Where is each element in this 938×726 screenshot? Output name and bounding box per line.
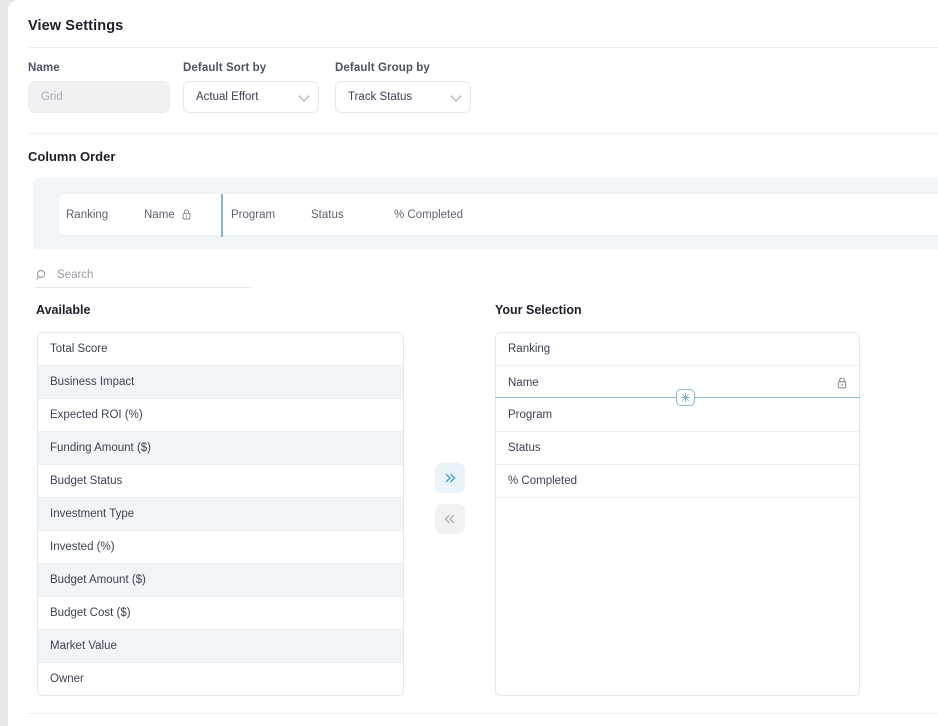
- freeze-handle-icon[interactable]: [676, 389, 695, 406]
- available-list-item[interactable]: Invested (%): [38, 531, 403, 564]
- selection-list-item-label: Ranking: [508, 343, 551, 355]
- column-header-program[interactable]: Program: [231, 209, 275, 221]
- available-list-item[interactable]: Budget Amount ($): [38, 564, 403, 597]
- selection-list-item-label: Status: [508, 442, 541, 454]
- available-list-item-label: Investment Type: [50, 508, 135, 520]
- selection-list[interactable]: Ranking Name Program Status % Completed: [495, 332, 860, 696]
- move-right-button[interactable]: [435, 463, 465, 493]
- search-input[interactable]: [55, 268, 235, 282]
- chevron-double-right-icon: [443, 472, 457, 484]
- chevron-down-icon: [450, 90, 462, 102]
- column-header-status[interactable]: Status: [311, 209, 344, 221]
- available-list-item-label: Budget Amount ($): [50, 574, 146, 586]
- chevron-double-left-icon: [443, 513, 457, 525]
- available-list[interactable]: Total Score Business Impact Expected ROI (…: [37, 332, 404, 696]
- search-field[interactable]: [36, 263, 251, 288]
- column-header-name[interactable]: Name: [144, 209, 191, 221]
- available-list-item-label: Invested (%): [50, 541, 115, 553]
- available-list-item-label: Expected ROI (%): [50, 409, 143, 421]
- available-list-item-label: Business Impact: [50, 376, 135, 388]
- column-header-percent-completed[interactable]: % Completed: [394, 209, 463, 221]
- lock-icon: [837, 377, 847, 389]
- available-list-item-label: Owner: [50, 673, 84, 685]
- search-icon: [36, 269, 48, 281]
- selection-list-item[interactable]: Status: [496, 432, 859, 465]
- group-by-value: Track Status: [348, 91, 413, 103]
- available-list-item[interactable]: Market Value: [38, 630, 403, 663]
- chevron-down-icon: [298, 90, 310, 102]
- column-header-ranking[interactable]: Ranking: [66, 209, 108, 221]
- available-list-item[interactable]: Expected ROI (%): [38, 399, 403, 432]
- selection-list-item-label: Name: [508, 376, 539, 389]
- group-by-field-group: Default Group by Track Status: [335, 62, 471, 113]
- move-left-button[interactable]: [435, 504, 465, 534]
- group-by-label: Default Group by: [335, 62, 430, 74]
- name-input[interactable]: [28, 81, 170, 113]
- available-list-item-label: Budget Status: [50, 475, 123, 487]
- available-list-item-label: Funding Amount ($): [50, 442, 152, 454]
- available-list-item[interactable]: Total Score: [38, 333, 403, 366]
- column-order-preview[interactable]: Ranking Name Program Status % Completed: [58, 193, 938, 237]
- sort-by-select[interactable]: Actual Effort: [183, 81, 319, 113]
- available-list-item[interactable]: Budget Cost ($): [38, 597, 403, 630]
- sort-by-label: Default Sort by: [183, 62, 267, 74]
- sort-by-value: Actual Effort: [196, 91, 259, 103]
- sort-by-field-group: Default Sort by Actual Effort: [183, 62, 319, 113]
- column-order-title: Column Order: [28, 149, 116, 164]
- selection-list-item[interactable]: Ranking: [496, 333, 859, 366]
- available-list-item-label: Total Score: [50, 343, 108, 355]
- freeze-column-divider[interactable]: [221, 194, 223, 237]
- available-list-item[interactable]: Owner: [38, 663, 403, 695]
- divider-middle: [28, 133, 938, 134]
- selection-list-label: Your Selection: [495, 303, 582, 317]
- page-title: View Settings: [28, 18, 124, 34]
- view-settings-panel: View Settings Name Default Sort by Actua…: [8, 0, 938, 726]
- available-list-item[interactable]: Budget Status: [38, 465, 403, 498]
- available-list-item-label: Market Value: [50, 640, 117, 652]
- available-list-item-label: Budget Cost ($): [50, 607, 131, 619]
- selection-list-item-label: % Completed: [508, 475, 578, 487]
- available-list-item[interactable]: Investment Type: [38, 498, 403, 531]
- group-by-select[interactable]: Track Status: [335, 81, 471, 113]
- name-field-label: Name: [28, 62, 60, 74]
- available-list-item[interactable]: Funding Amount ($): [38, 432, 403, 465]
- selection-list-item[interactable]: % Completed: [496, 465, 859, 498]
- name-field-group: Name: [28, 62, 170, 113]
- lock-icon: [182, 209, 191, 220]
- available-list-label: Available: [36, 303, 91, 317]
- divider-top: [28, 47, 938, 48]
- selection-list-item-label: Program: [508, 409, 553, 421]
- divider-bottom: [28, 713, 938, 714]
- available-list-item[interactable]: Business Impact: [38, 366, 403, 399]
